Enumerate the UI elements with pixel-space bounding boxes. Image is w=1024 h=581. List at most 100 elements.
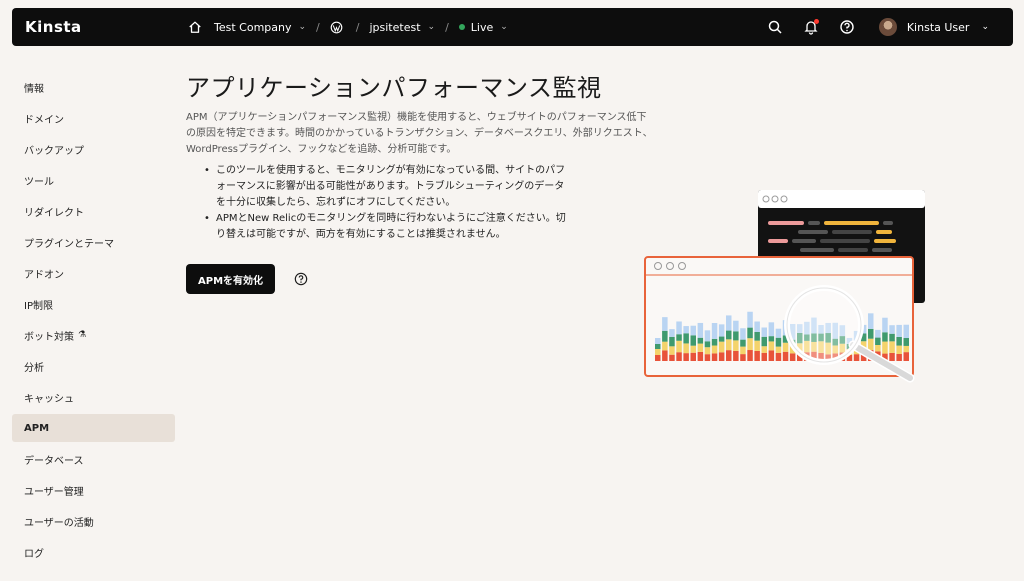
illustration-bar-segment	[761, 336, 767, 347]
notifications-button[interactable]	[803, 19, 819, 35]
illustration-bar-segment	[875, 329, 881, 338]
illustration-bar-segment	[868, 338, 874, 351]
illustration-bar-segment	[711, 338, 718, 346]
illustration-bar-segment	[690, 325, 696, 336]
illustration-bar-segment	[875, 344, 881, 352]
illustration-bar-segment	[896, 336, 902, 346]
illustration-bar-segment	[853, 354, 860, 361]
sidebar-item-ip-deny[interactable]: IP制限	[12, 290, 175, 318]
illustration-bar-segment	[718, 341, 725, 353]
illustration-bar-segment	[662, 350, 668, 361]
top-actions: Kinsta User ⌄	[757, 8, 1013, 46]
illustration-bar-segment	[726, 330, 732, 340]
sidebar-item-bot-protection[interactable]: ボット対策 ⚗	[12, 321, 175, 349]
illustration-bar-segment	[683, 326, 689, 334]
site-selector[interactable]: jpsitetest ⌄	[369, 21, 435, 34]
list-item: このツールを使用すると、モニタリングが有効になっている間、サイトのパフォーマンス…	[200, 163, 570, 211]
illustration-bar-segment	[704, 354, 711, 361]
illustration-bar-segment	[704, 347, 711, 355]
sidebar-item-redirects[interactable]: リダイレクト	[12, 197, 175, 225]
illustration-bar-segment	[868, 328, 874, 339]
sidebar-item-tools[interactable]: ツール	[12, 166, 175, 194]
environment-name: Live	[470, 20, 494, 34]
illustration-bar-segment	[733, 340, 739, 351]
illustration-bar-segment	[697, 337, 704, 344]
help-icon[interactable]	[839, 19, 855, 35]
illustration-bar-segment	[747, 327, 753, 339]
sidebar-item-domains[interactable]: ドメイン	[12, 104, 175, 132]
illustration-bar-segment	[655, 349, 661, 355]
illustration-bar-segment	[718, 352, 725, 361]
illustration-bar-segment	[726, 315, 732, 331]
sidebar-item-label: ログ	[24, 548, 44, 560]
illustration-bar-segment	[747, 311, 753, 328]
company-selector[interactable]: Test Company ⌄	[188, 20, 306, 34]
search-icon[interactable]	[767, 19, 783, 35]
sidebar-item-label: ボット対策	[24, 331, 74, 343]
illustration-bar-segment	[726, 339, 732, 351]
illustration-bar-segment	[718, 324, 725, 337]
illustration-bar-segment	[697, 343, 704, 352]
illustration-bar-segment	[733, 350, 739, 361]
illustration-bar-segment	[768, 341, 775, 351]
enable-apm-button[interactable]: APMを有効化	[186, 264, 276, 294]
sidebar-item-label: ユーザー管理	[24, 486, 84, 498]
environment-selector[interactable]: Live ⌄	[458, 20, 508, 34]
illustration-bar-segment	[896, 345, 902, 354]
illustration-bar-segment	[733, 331, 739, 341]
illustration-bar-segment	[761, 346, 767, 353]
illustration-bar-segment	[669, 329, 675, 337]
sidebar-item-user-management[interactable]: ユーザー管理	[12, 476, 175, 504]
illustration-bar-segment	[711, 353, 718, 361]
sidebar-item-logs[interactable]: ログ	[12, 538, 175, 566]
sidebar-item-apm[interactable]: APM	[12, 414, 175, 442]
illustration-bar-segment	[662, 317, 668, 331]
illustration-bar-segment	[747, 338, 753, 351]
sidebar-item-label: ユーザーの活動	[24, 517, 94, 529]
chevron-down-icon[interactable]: ⌄	[981, 22, 989, 32]
illustration-bar-segment	[903, 352, 909, 361]
illustration-bar-segment	[896, 324, 902, 337]
illustration-bar-segment	[875, 337, 881, 345]
illustration-bar-segment	[903, 338, 909, 346]
illustration-bar-segment	[704, 341, 711, 348]
illustration-bar-segment	[690, 345, 696, 353]
illustration-bar-segment	[662, 330, 668, 342]
sidebar-item-label: データベース	[24, 455, 84, 467]
user-name[interactable]: Kinsta User	[907, 21, 970, 34]
sidebar-item-cache[interactable]: キャッシュ	[12, 383, 175, 411]
page-description: APM（アプリケーションパフォーマンス監視）機能を使用すると、ウェブサイトのパフ…	[186, 112, 653, 155]
sidebar-item-user-activity[interactable]: ユーザーの活動	[12, 507, 175, 535]
illustration-bar-segment	[754, 321, 760, 332]
list-item: APMとNew Relicのモニタリングを同時に行わないようにご注意ください。切…	[200, 211, 570, 243]
sidebar-item-backups[interactable]: バックアップ	[12, 135, 175, 163]
sidebar-item-database[interactable]: データベース	[12, 445, 175, 473]
illustration-bar-segment	[761, 352, 767, 361]
breadcrumb-separator: /	[445, 20, 449, 34]
sidebar-item-analytics[interactable]: 分析	[12, 352, 175, 380]
sidebar-item-addons[interactable]: アドオン	[12, 259, 175, 287]
help-icon[interactable]	[294, 272, 308, 286]
sidebar-item-plugins-themes[interactable]: プラグインとテーマ	[12, 228, 175, 256]
illustration-bar-segment	[789, 353, 796, 361]
sidebar-item-info[interactable]: 情報	[12, 73, 175, 101]
notification-dot	[813, 19, 819, 24]
avatar[interactable]	[878, 18, 897, 36]
illustration-bar-segment	[655, 344, 661, 349]
illustration-bar-segment	[676, 334, 682, 341]
illustration-bar-segment	[868, 313, 874, 329]
illustration-bar-segment	[754, 340, 760, 351]
illustration-bar-segment	[782, 342, 789, 352]
illustration-bar-segment	[754, 331, 760, 341]
chevron-down-icon: ⌄	[500, 22, 508, 32]
illustration-bar-segment	[669, 354, 675, 361]
illustration-bar-segment	[882, 332, 888, 342]
illustration-bar-segment	[740, 339, 746, 347]
wordpress-link[interactable]	[330, 21, 346, 34]
illustration-bar-segment	[889, 325, 895, 334]
kinsta-logo[interactable]: Kinsta	[25, 18, 82, 36]
sidebar-item-label: 情報	[24, 83, 44, 95]
illustration-bar-segment	[740, 354, 746, 361]
illustration-bar-segment	[655, 338, 661, 344]
illustration-bar-segment	[768, 322, 775, 337]
